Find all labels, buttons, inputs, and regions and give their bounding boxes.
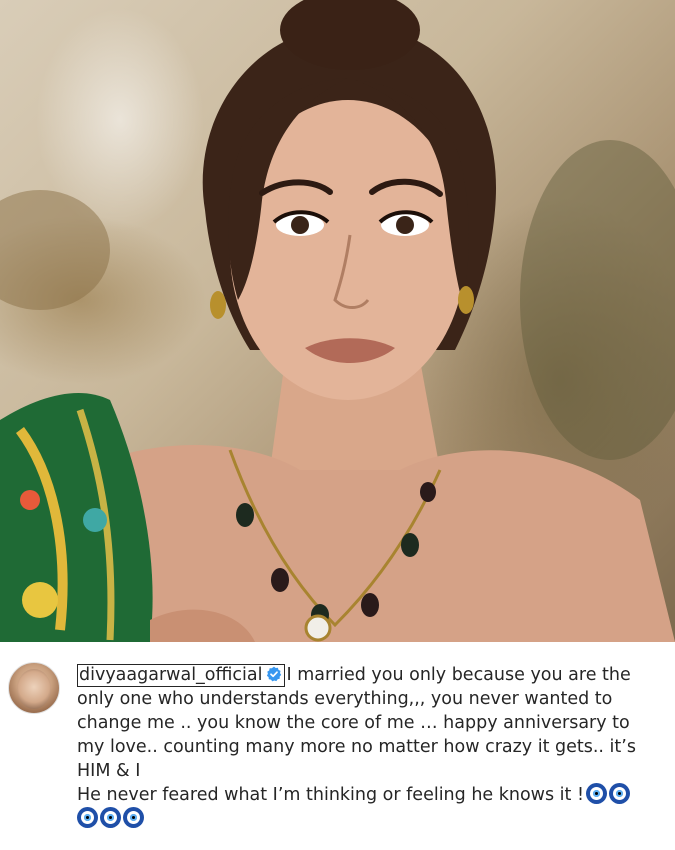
caption-area: divyaagarwal_official I married you only … bbox=[0, 642, 675, 850]
username[interactable]: divyaagarwal_official bbox=[79, 665, 263, 685]
caption-line-4: my love.. counting many more no matter h… bbox=[77, 737, 636, 757]
avatar-face bbox=[17, 669, 51, 709]
username-link[interactable]: divyaagarwal_official bbox=[77, 664, 285, 687]
instagram-post: divyaagarwal_official I married you only … bbox=[0, 0, 675, 850]
caption-line-5: HIM & I bbox=[77, 761, 141, 781]
post-photo[interactable] bbox=[0, 0, 675, 642]
nazar-amulet-icon bbox=[123, 807, 144, 828]
portrait-illustration bbox=[0, 0, 675, 642]
nazar-amulet-icon bbox=[100, 807, 121, 828]
nazar-amulet-icon bbox=[608, 783, 630, 804]
caption-line-1: divyaagarwal_official I married you only … bbox=[77, 663, 652, 687]
verified-badge-icon bbox=[266, 666, 281, 682]
caption-text-1: I married you only because you are the bbox=[286, 665, 631, 685]
nazar-amulet-icon bbox=[77, 807, 98, 828]
caption-line-6: He never feared what I’m thinking or fee… bbox=[77, 783, 652, 807]
caption-line-7 bbox=[77, 807, 652, 831]
post-caption: divyaagarwal_official I married you only … bbox=[77, 663, 652, 831]
profile-avatar[interactable] bbox=[8, 662, 60, 714]
caption-line-2: only one who understands everything,,, y… bbox=[77, 689, 613, 709]
nazar-amulet-icon bbox=[585, 783, 607, 804]
caption-text-6: He never feared what I’m thinking or fee… bbox=[77, 785, 584, 805]
caption-line-3: change me .. you know the core of me … h… bbox=[77, 713, 630, 733]
